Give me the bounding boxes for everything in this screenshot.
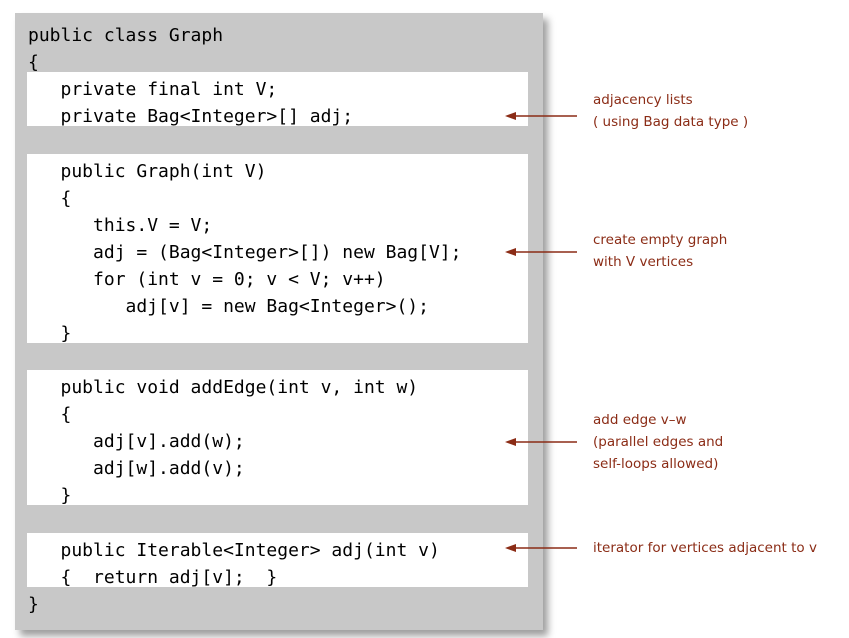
code-line-assign-v: this.V = V; [28, 215, 213, 236]
code-line-for-loop: for (int v = 0; v < V; v++) [28, 269, 386, 290]
arrow-left-icon [505, 245, 577, 259]
arrow-left-icon [505, 541, 577, 555]
code-line-field-v: private final int V; [28, 79, 278, 100]
code-line-add-edge-close: } [28, 485, 72, 506]
code-line-class-declaration: public class Graph [28, 25, 224, 46]
code-line-create-array: adj = (Bag<Integer>[]) new Bag[V]; [28, 242, 462, 263]
code-line-open-brace: { [28, 52, 39, 73]
annotation-add-edge: add edge v–w (parallel edges and self-lo… [593, 409, 723, 475]
annotation-line: create empty graph [593, 232, 728, 248]
annotation-empty-graph: create empty graph with V vertices [593, 229, 727, 273]
annotation-line: (parallel edges and [593, 434, 724, 450]
code-line-adj-method: public Iterable<Integer> adj(int v) [28, 540, 440, 561]
annotation-iterator: iterator for vertices adjacent to v [593, 537, 817, 559]
annotation-line: add edge v–w [593, 412, 687, 428]
annotation-line: with V vertices [593, 254, 694, 270]
annotation-line: adjacency lists [593, 92, 693, 108]
code-line-add-w: adj[v].add(w); [28, 431, 245, 452]
code-line-field-adj: private Bag<Integer>[] adj; [28, 106, 354, 127]
code-line-add-v: adj[w].add(v); [28, 458, 245, 479]
code-line-add-edge-open: { [28, 404, 72, 425]
code-line-constructor: public Graph(int V) [28, 161, 267, 182]
code-line-new-bag: adj[v] = new Bag<Integer>(); [28, 296, 429, 317]
code-line-adj-return: { return adj[v]; } [28, 567, 278, 588]
annotation-line: ( using Bag data type ) [593, 114, 749, 130]
annotation-adjacency-lists: adjacency lists ( using Bag data type ) [593, 89, 748, 133]
arrow-left-icon [505, 109, 577, 123]
code-line-close-brace: } [28, 594, 39, 615]
annotation-line: iterator for vertices adjacent to v [593, 540, 817, 556]
annotation-line: self-loops allowed) [593, 456, 719, 472]
code-line-constructor-open: { [28, 188, 72, 209]
code-line-constructor-close: } [28, 323, 72, 344]
arrow-left-icon [505, 435, 577, 449]
code-line-add-edge: public void addEdge(int v, int w) [28, 377, 419, 398]
